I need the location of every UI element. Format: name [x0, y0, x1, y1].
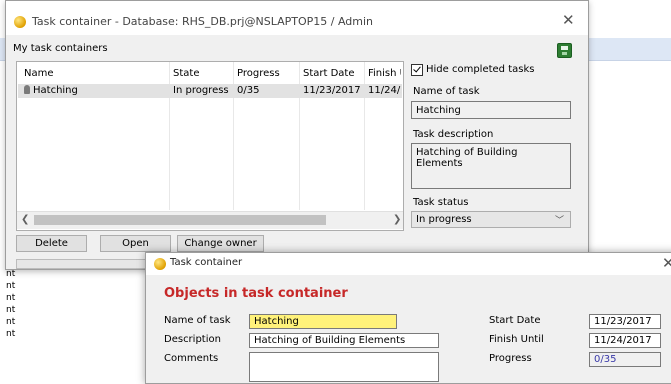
detail-title-bar: Task container ✕	[146, 253, 671, 275]
cell-start-date: 11/23/2017	[303, 85, 361, 96]
background-list-item[interactable]: nt	[6, 280, 46, 292]
close-icon[interactable]: ✕	[662, 256, 671, 271]
column-header-state[interactable]: State	[173, 68, 233, 79]
task-status-value: In progress	[416, 214, 472, 225]
start-date-input[interactable]: 11/23/2017	[589, 314, 661, 329]
table-row[interactable]: Hatching In progress 0/35 11/23/2017 11/…	[18, 84, 402, 98]
background-list-item[interactable]: nt	[6, 304, 46, 316]
scroll-thumb[interactable]	[34, 215, 326, 225]
scroll-left-icon[interactable]: ❮	[21, 214, 29, 225]
finish-until-label: Finish Until	[489, 334, 544, 345]
column-header-start-date[interactable]: Start Date	[303, 68, 361, 79]
background-list-item[interactable]: nt	[6, 328, 46, 340]
progress-value: 0/35	[589, 352, 661, 367]
name-of-task-field[interactable]: Hatching	[411, 101, 571, 119]
column-header-finish[interactable]: Finish Ur	[368, 68, 401, 79]
comments-label: Comments	[164, 353, 219, 364]
description-label: Description	[164, 334, 221, 345]
cell-progress: 0/35	[237, 85, 260, 96]
column-header-progress[interactable]: Progress	[237, 68, 295, 79]
name-of-task-label: Name of task	[164, 315, 231, 326]
finish-until-input[interactable]: 11/24/2017	[589, 333, 661, 348]
name-of-task-input[interactable]: Hatching	[249, 314, 397, 329]
person-icon	[24, 85, 30, 94]
scroll-right-icon[interactable]: ❯	[393, 214, 401, 225]
comments-input[interactable]	[249, 352, 439, 382]
hide-completed-label: Hide completed tasks	[426, 64, 535, 75]
background-list-item[interactable]: nt	[6, 316, 46, 328]
cell-state: In progress	[173, 85, 229, 96]
app-icon	[154, 258, 166, 270]
task-description-label: Task description	[413, 129, 494, 140]
title-bar: Task container - Database: RHS_DB.prj@NS…	[6, 1, 588, 35]
app-icon	[14, 16, 26, 28]
close-icon[interactable]: ✕	[562, 13, 575, 28]
detail-window-title: Task container	[170, 257, 243, 268]
detail-heading: Objects in task container	[164, 286, 348, 301]
task-status-select[interactable]: In progress ﹀	[411, 211, 571, 228]
open-button[interactable]: Open	[100, 235, 171, 252]
task-containers-list[interactable]: Name State Progress Start Date Finish Ur…	[16, 61, 404, 231]
task-description-field[interactable]: Hatching of Building Elements	[411, 143, 571, 189]
change-owner-button[interactable]: Change owner	[177, 235, 264, 252]
background-list-item[interactable]: nt	[6, 292, 46, 304]
background-list: nt nt nt nt nt nt	[6, 268, 46, 340]
hide-completed-checkbox[interactable]	[411, 64, 423, 76]
task-status-label: Task status	[413, 197, 469, 208]
window-title: Task container - Database: RHS_DB.prj@NS…	[32, 15, 373, 28]
task-container-window: Task container - Database: RHS_DB.prj@NS…	[5, 0, 589, 270]
list-header: Name State Progress Start Date Finish Ur	[17, 62, 403, 84]
start-date-label: Start Date	[489, 315, 541, 326]
task-container-detail-window: Task container ✕ Objects in task contain…	[145, 252, 671, 384]
description-input[interactable]: Hatching of Building Elements	[249, 333, 439, 348]
cell-finish: 11/24/20	[368, 85, 401, 96]
delete-button[interactable]: Delete	[16, 235, 87, 252]
section-label: My task containers	[13, 43, 108, 54]
name-of-task-label: Name of task	[413, 86, 480, 97]
cell-name: Hatching	[24, 85, 164, 96]
chevron-down-icon: ﹀	[554, 216, 564, 226]
horizontal-scrollbar[interactable]: ❮ ❯	[17, 211, 403, 229]
progress-label: Progress	[489, 353, 532, 364]
column-header-name[interactable]: Name	[24, 68, 164, 79]
save-icon[interactable]	[557, 43, 572, 58]
progress-bar	[16, 259, 151, 269]
